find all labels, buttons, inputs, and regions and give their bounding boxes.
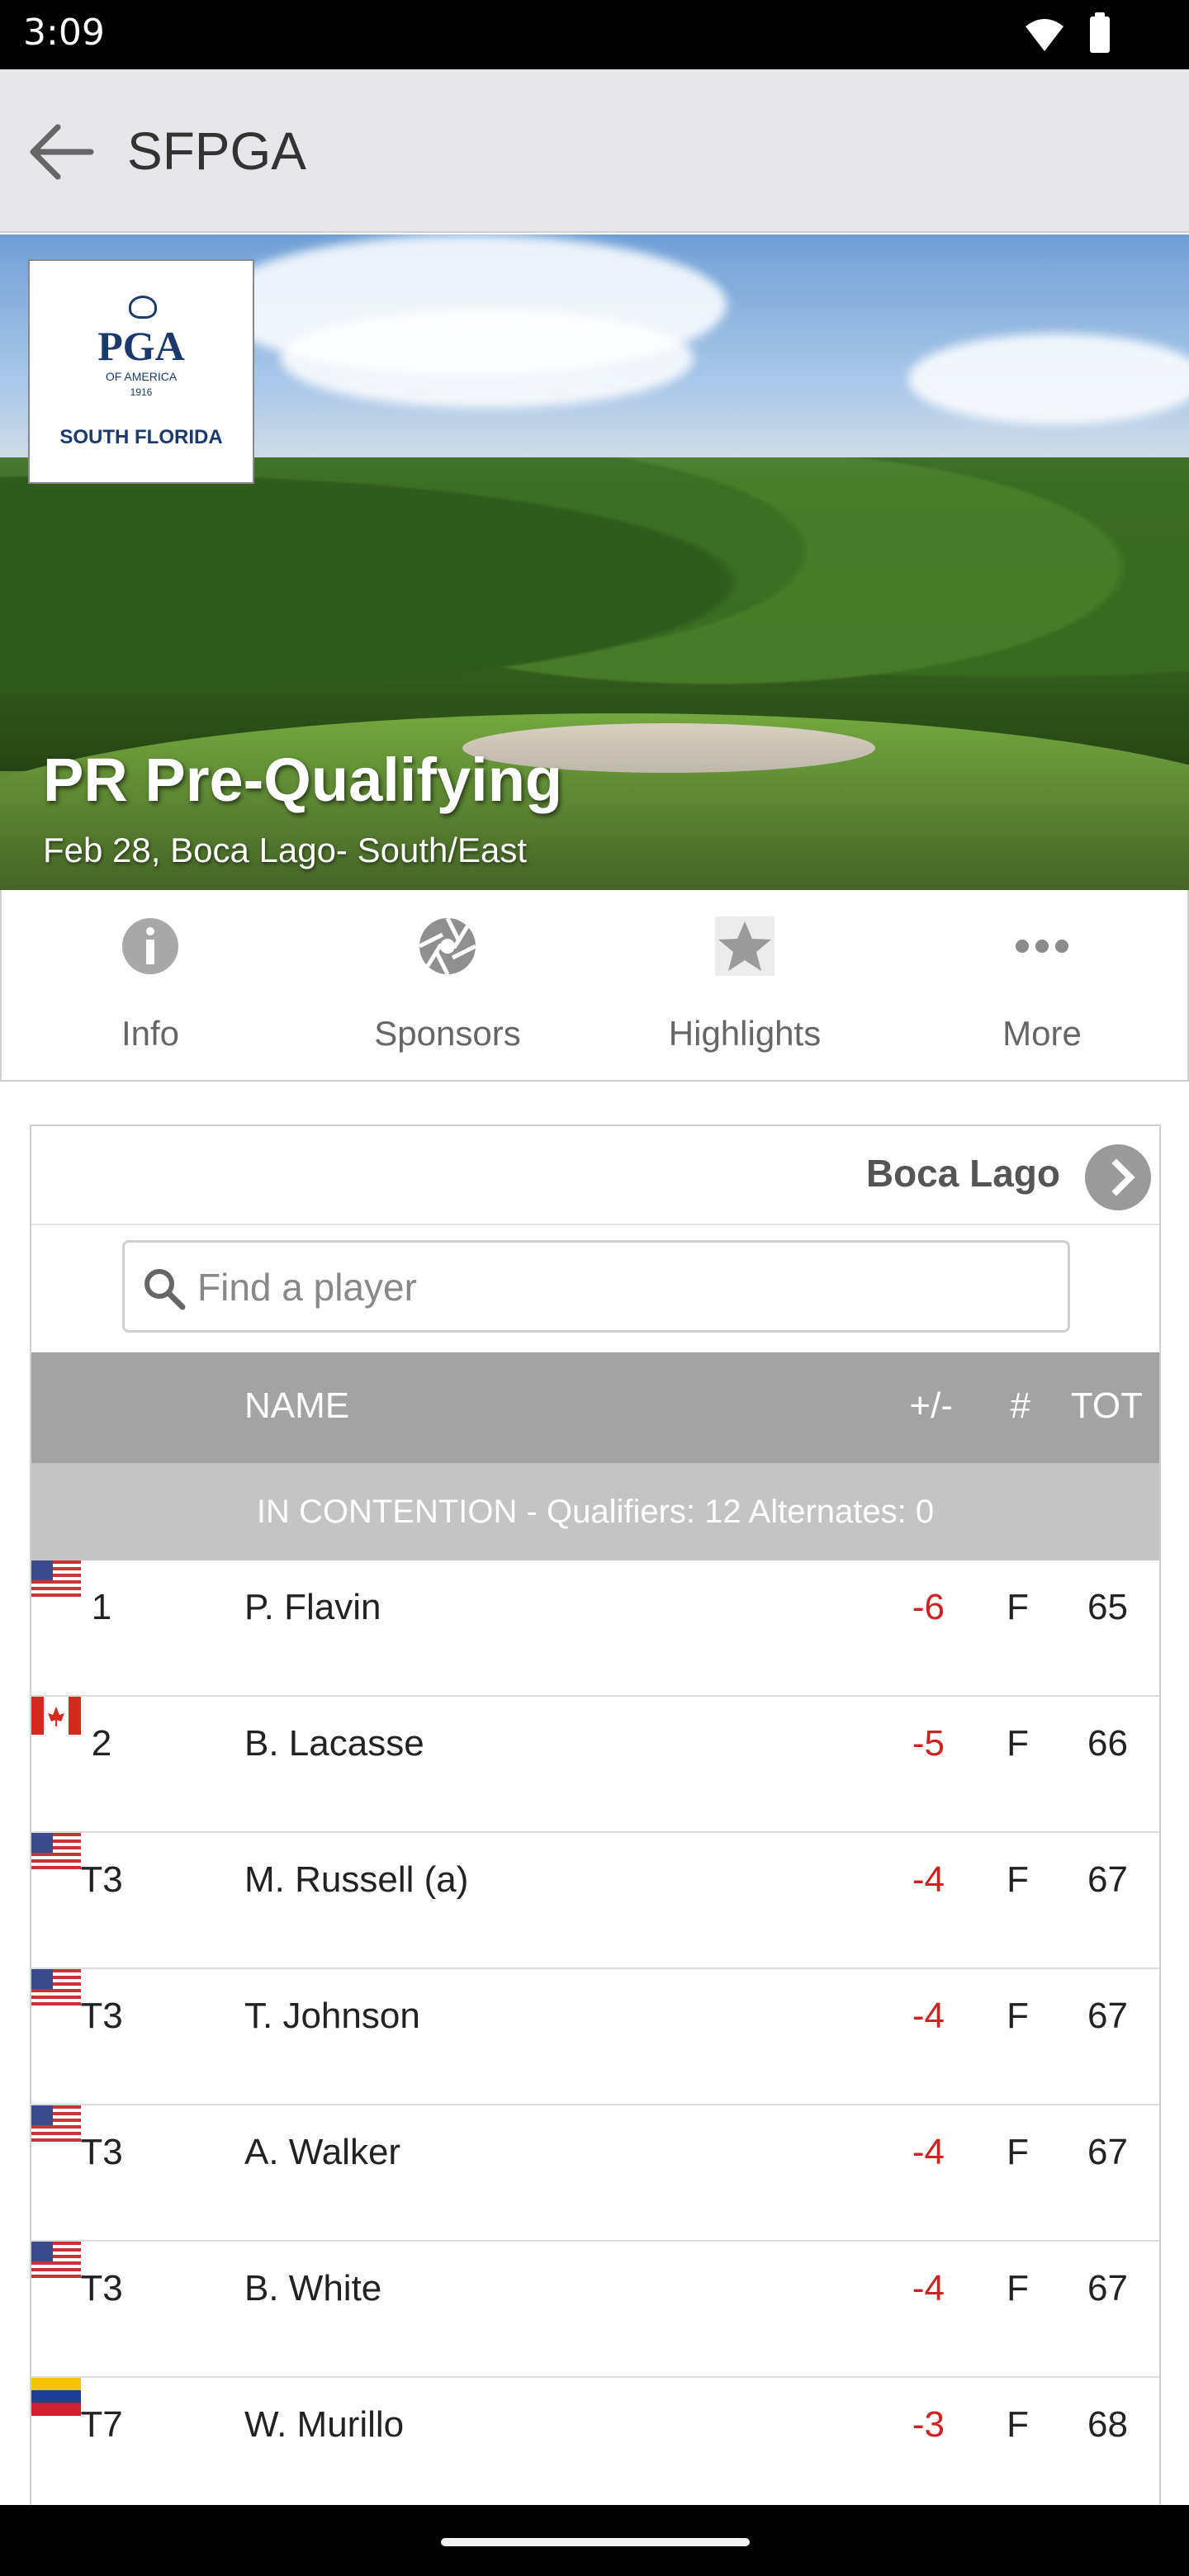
course-selector[interactable]: Boca Lago	[31, 1126, 1159, 1225]
position: T3	[80, 2268, 123, 2308]
search-box[interactable]	[122, 1240, 1070, 1333]
player-name: M. Russell (a)	[244, 1859, 469, 1900]
col-total-header: TOT	[1070, 1385, 1143, 1426]
battery-icon	[1090, 12, 1110, 53]
course-name: Boca Lago	[865, 1152, 1060, 1195]
contention-banner: IN CONTENTION - Qualifiers: 12 Alternate…	[31, 1463, 1159, 1560]
table-row[interactable]: T7 W. Murillo -3 F 68	[31, 2378, 1159, 2514]
score-to-par: -4	[912, 2268, 945, 2308]
tab-sponsors-label: Sponsors	[374, 1014, 521, 1053]
position: T3	[80, 1996, 123, 2036]
event-hero: PGA OF AMERICA 1916 SOUTH FLORIDA PR Pre…	[0, 234, 1189, 890]
position: T3	[80, 2132, 123, 2172]
back-arrow-icon[interactable]	[25, 119, 99, 185]
tab-info[interactable]: Info	[2, 907, 299, 1072]
score-to-par: -4	[912, 2132, 945, 2172]
player-name: T. Johnson	[244, 1996, 420, 2036]
holes-thru: F	[1007, 1859, 1029, 1900]
holes-thru: F	[1007, 2268, 1029, 2308]
leaderboard-card: Boca Lago NAME +/- # TOT IN CONTENTION -…	[30, 1125, 1161, 2576]
logo-year: 1916	[130, 386, 153, 398]
status-time: 3:09	[23, 12, 105, 54]
player-name: W. Murillo	[244, 2404, 405, 2445]
col-par-header: +/-	[909, 1385, 953, 1426]
total-score: 68	[1087, 2404, 1128, 2445]
table-row[interactable]: T3 M. Russell (a) -4 F 67	[31, 1833, 1159, 1969]
holes-thru: F	[1007, 1996, 1029, 2036]
tab-more[interactable]: More	[893, 907, 1189, 1072]
tab-info-label: Info	[121, 1014, 180, 1053]
player-name: A. Walker	[244, 2132, 401, 2172]
star-icon	[715, 916, 775, 976]
position: 2	[91, 1723, 112, 1764]
wifi-icon	[1026, 19, 1063, 51]
more-dots-icon	[1016, 940, 1068, 953]
tab-sponsors[interactable]: Sponsors	[299, 907, 596, 1072]
cloud	[908, 334, 1189, 424]
score-to-par: -4	[912, 1859, 945, 1900]
score-to-par: -6	[912, 1587, 945, 1627]
event-title: PR Pre-Qualifying	[43, 746, 563, 814]
total-score: 67	[1087, 1996, 1128, 2036]
total-score: 67	[1087, 1859, 1128, 1900]
total-score: 65	[1087, 1587, 1128, 1627]
score-to-par: -3	[912, 2404, 945, 2445]
col-thru-header: #	[1010, 1385, 1030, 1426]
holes-thru: F	[1007, 2132, 1029, 2172]
home-gesture-pill[interactable]	[441, 2538, 750, 2546]
logo-region: SOUTH FLORIDA	[59, 426, 223, 448]
tab-highlights[interactable]: Highlights	[596, 907, 893, 1072]
leaderboard-header: NAME +/- # TOT	[31, 1352, 1159, 1463]
table-row[interactable]: T3 A. Walker -4 F 67	[31, 2105, 1159, 2242]
tab-more-label: More	[1002, 1014, 1082, 1053]
system-nav-bar	[0, 2505, 1189, 2576]
total-score: 67	[1087, 2268, 1128, 2308]
position: T3	[80, 1859, 123, 1900]
search-icon	[144, 1269, 186, 1310]
position: T7	[80, 2404, 123, 2445]
player-search	[31, 1225, 1159, 1352]
position: 1	[91, 1587, 112, 1627]
app-title: SFPGA	[127, 121, 306, 181]
holes-thru: F	[1007, 1587, 1029, 1627]
score-to-par: -5	[912, 1723, 945, 1764]
logo-brand: PGA	[97, 323, 185, 369]
info-icon	[122, 918, 178, 974]
event-subtitle: Feb 28, Boca Lago- South/East	[43, 831, 528, 869]
app-bar: SFPGA	[0, 69, 1189, 233]
table-row[interactable]: 1 P. Flavin -6 F 65	[31, 1560, 1159, 1697]
sfpga-logo: PGA OF AMERICA 1916 SOUTH FLORIDA	[28, 259, 254, 484]
total-score: 66	[1087, 1723, 1128, 1764]
event-nav-tabs: Info Sponsors Highlights More	[0, 890, 1189, 1082]
aperture-icon	[418, 916, 477, 976]
player-name: B. White	[244, 2268, 382, 2308]
leaderboard-rows: 1 P. Flavin -6 F 65 2 B. Lacasse -5 F 66…	[31, 1560, 1159, 2514]
table-row[interactable]: 2 B. Lacasse -5 F 66	[31, 1697, 1159, 1833]
search-input[interactable]	[197, 1251, 1056, 1324]
logo-line: OF AMERICA	[105, 370, 178, 383]
chevron-right-icon[interactable]	[1085, 1144, 1151, 1210]
cloud	[281, 309, 694, 408]
pga-crest-icon	[129, 296, 157, 319]
score-to-par: -4	[912, 1996, 945, 2036]
status-bar: 3:09	[0, 0, 1189, 96]
tab-highlights-label: Highlights	[668, 1014, 822, 1053]
holes-thru: F	[1007, 2404, 1029, 2445]
table-row[interactable]: T3 B. White -4 F 67	[31, 2242, 1159, 2378]
holes-thru: F	[1007, 1723, 1029, 1764]
table-row[interactable]: T3 T. Johnson -4 F 67	[31, 1969, 1159, 2105]
player-name: P. Flavin	[244, 1587, 381, 1627]
col-name-header: NAME	[244, 1385, 350, 1426]
total-score: 67	[1087, 2132, 1128, 2172]
player-name: B. Lacasse	[244, 1723, 424, 1764]
